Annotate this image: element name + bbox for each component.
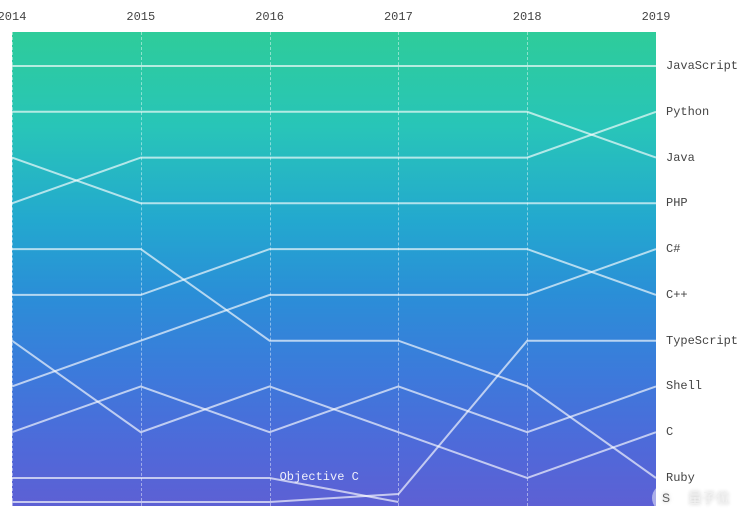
x-axis-tick-label: 2017 bbox=[384, 10, 413, 24]
series-inline-label: Objective C bbox=[280, 470, 359, 484]
series-end-label: TypeScript bbox=[666, 334, 738, 348]
series-end-label: C# bbox=[666, 242, 680, 256]
chart-wrap: 201420152016201720182019 Objective C Jav… bbox=[12, 10, 732, 510]
grid-line bbox=[527, 32, 528, 506]
chart-container: 2014 2015 2016 2017 2018 2019 Objective C Jav… bbox=[0, 0, 744, 526]
wechat-icon: S bbox=[652, 484, 680, 512]
right-labels: JavaScript Python Java PHP C# C++ TypeScript Sh… bbox=[666, 32, 744, 506]
grid-line bbox=[12, 32, 13, 506]
watermark-text: 量子位 bbox=[688, 488, 730, 508]
series-end-label: Ruby bbox=[666, 471, 695, 485]
series-line bbox=[12, 112, 656, 204]
series-end-label: JavaScript bbox=[666, 59, 738, 73]
series-end-label: Shell bbox=[666, 379, 702, 393]
x-axis-tick-label: 2018 bbox=[513, 10, 542, 24]
series-end-label: Python bbox=[666, 105, 709, 119]
x-axis-tick-label: 2014 bbox=[0, 10, 26, 24]
series-end-label: C++ bbox=[666, 288, 688, 302]
series-line bbox=[12, 249, 656, 386]
series-line bbox=[12, 249, 656, 295]
x-axis-tick-label: 2019 bbox=[642, 10, 671, 24]
series-end-label: Java bbox=[666, 151, 695, 165]
x-axis-tick-label: 2016 bbox=[255, 10, 284, 24]
rank-lines bbox=[12, 32, 656, 506]
x-axis-tick-label: 2015 bbox=[126, 10, 155, 24]
grid-line bbox=[398, 32, 399, 506]
x-axis: 201420152016201720182019 bbox=[12, 10, 732, 30]
plot-area: Objective C bbox=[12, 32, 656, 506]
grid-line bbox=[141, 32, 142, 506]
series-end-label: C bbox=[666, 425, 673, 439]
watermark: S 量子位 bbox=[652, 484, 730, 512]
grid-line bbox=[270, 32, 271, 506]
series-line bbox=[12, 112, 656, 158]
wechat-icon-glyph: S bbox=[662, 491, 670, 505]
series-end-label: PHP bbox=[666, 196, 688, 210]
series-line bbox=[12, 158, 656, 204]
